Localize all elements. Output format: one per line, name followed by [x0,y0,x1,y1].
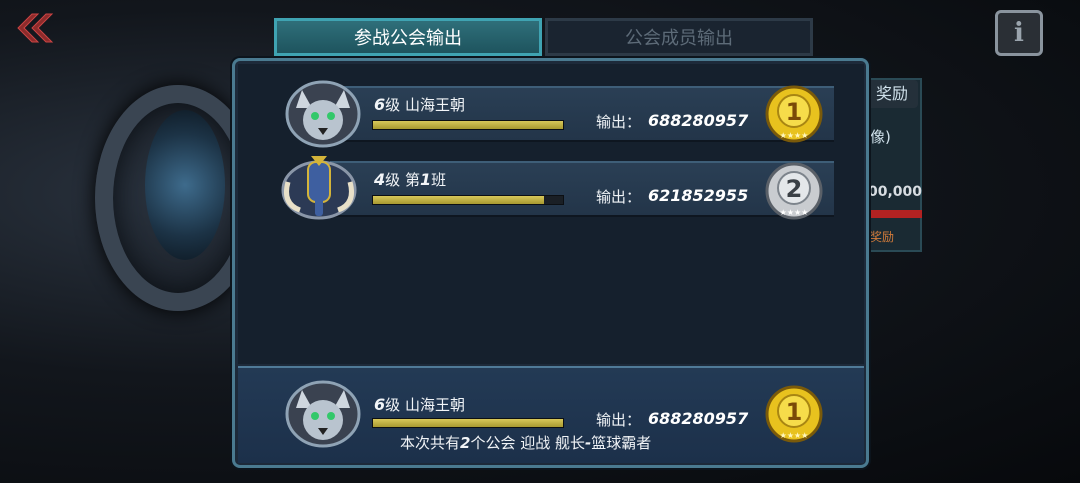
battle-summary-text: 本次共有2个公会 迎战 舰长-篮球霸者 [400,434,652,452]
gold-rank-badge-icon: 1 ★★★★ [765,85,823,143]
gold-rank-badge-icon: 1 ★★★★ [765,385,823,443]
silver-rank-badge-icon: 2 ★★★★ [765,162,823,220]
tab-guild-output[interactable]: 参战公会输出 [274,18,542,56]
output-value-2: 621852955 [648,186,749,205]
mammoth-emblem-icon [281,156,357,220]
background-text: 像) [870,128,891,146]
background-text-2: 奖励 [870,230,895,244]
guild-name-2: 4级 第1班 [374,170,447,189]
wolf-emblem-icon [285,380,361,448]
background-value: 00,000 [868,184,923,200]
back-arrow-icon[interactable] [14,12,56,44]
my-output-label: 输出： [596,411,642,429]
my-rank-number: 1 [786,398,803,426]
background-reward-button: 奖励 [866,80,918,108]
output-label-1: 输出： [596,113,642,131]
my-output-bar [372,418,564,428]
tab-member-output[interactable]: 公会成员输出 [545,18,813,56]
svg-text:★★★★: ★★★★ [780,208,809,217]
guild-name-1: 6级 山海王朝 [374,95,465,114]
my-output-bar-fill [373,419,563,427]
background-portal [145,110,225,260]
wolf-emblem-icon [285,80,361,148]
rank-number-2: 2 [786,175,803,203]
my-guild-name: 6级 山海王朝 [374,395,465,414]
output-value-1: 688280957 [648,111,749,130]
svg-text:★★★★: ★★★★ [780,131,809,140]
info-icon[interactable]: i [995,10,1043,56]
output-bar-fill-2 [373,196,544,204]
svg-text:★★★★: ★★★★ [780,431,809,440]
output-label-2: 输出： [596,188,642,206]
output-bar-fill-1 [373,121,563,129]
output-bar-2 [372,195,564,205]
rank-number-1: 1 [786,98,803,126]
background-red-bar [866,210,922,218]
output-bar-1 [372,120,564,130]
my-output-value: 688280957 [648,409,749,428]
